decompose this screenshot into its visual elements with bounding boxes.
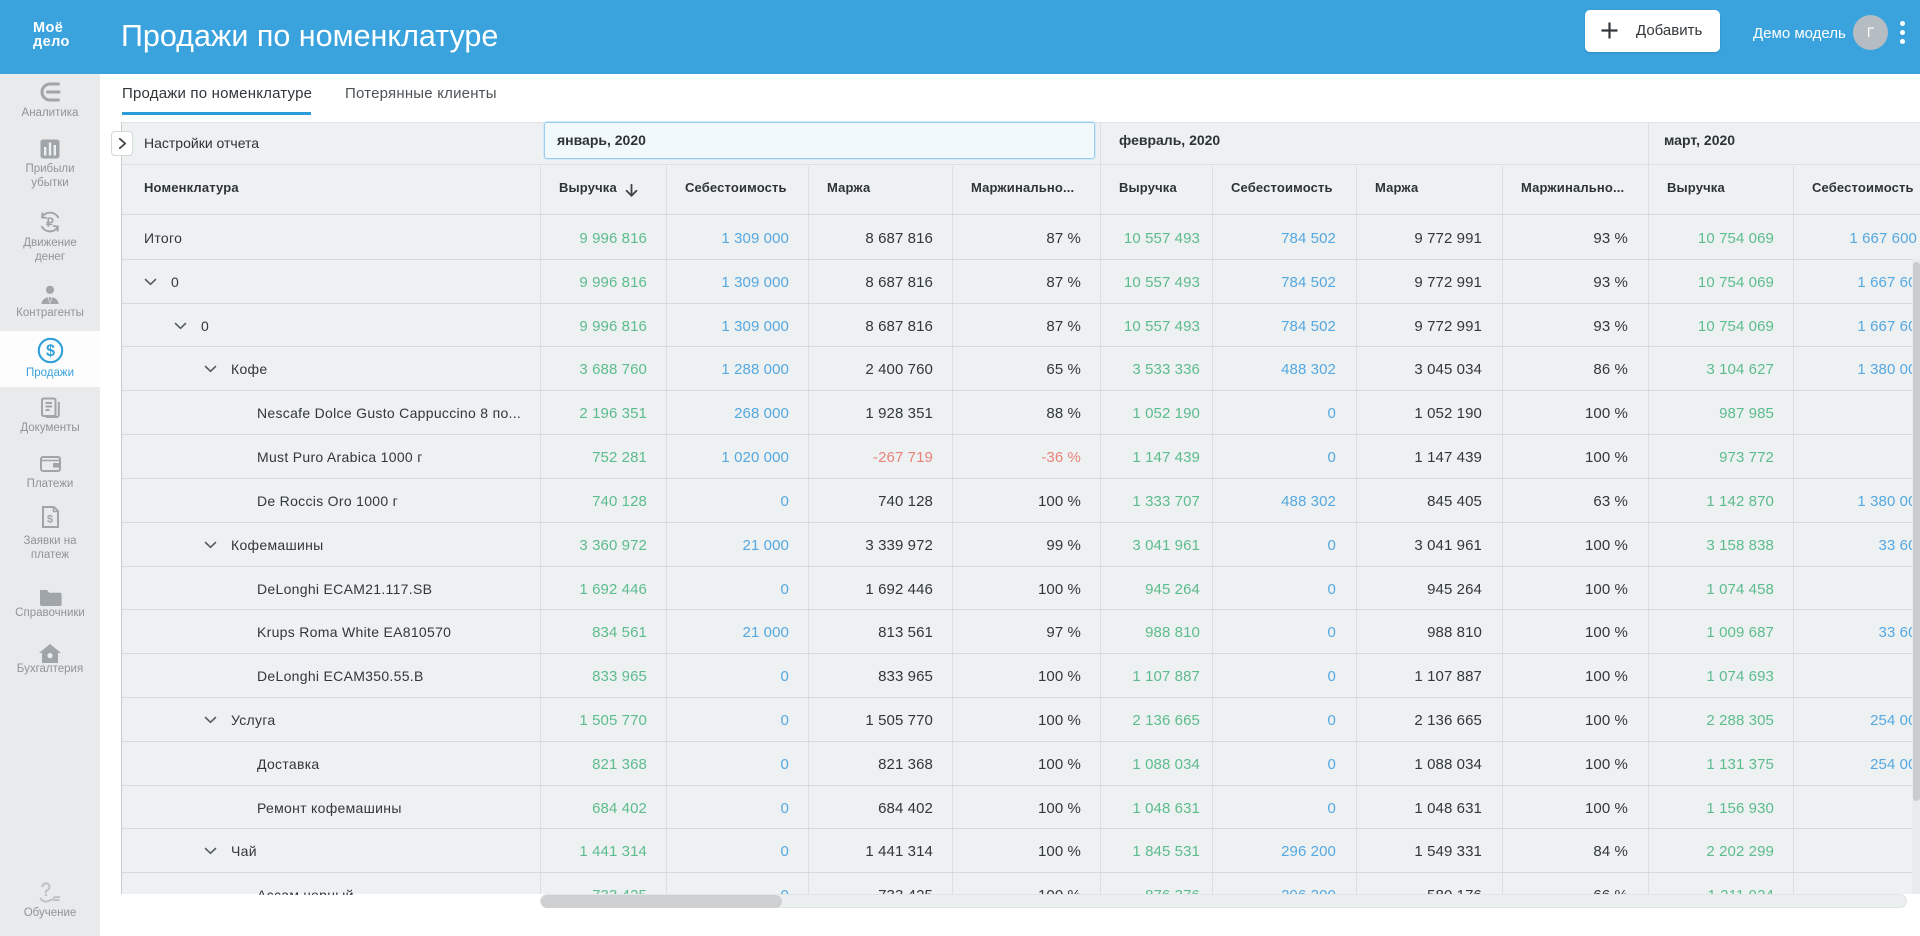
svg-text:$: $ — [47, 514, 53, 526]
svg-text:₽: ₽ — [46, 215, 54, 229]
svg-text:$: $ — [45, 342, 54, 360]
